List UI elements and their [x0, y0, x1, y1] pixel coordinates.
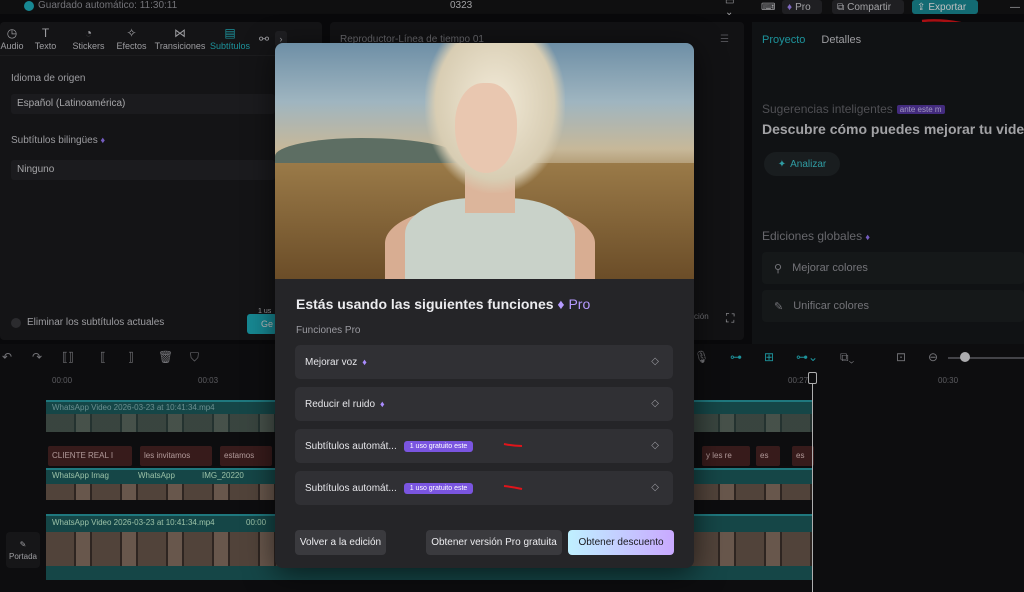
dialog-title-text: Estás usando las siguientes funciones — [296, 296, 554, 312]
toggle-diamond-icon[interactable]: ◇ — [651, 356, 659, 367]
feature-row[interactable]: Subtítulos automát... 1 uso gratuito est… — [295, 429, 673, 463]
feature-row[interactable]: Mejorar voz ♦ ◇ — [295, 345, 673, 379]
feature-row[interactable]: Subtítulos automát... 1 uso gratuito est… — [295, 471, 673, 505]
feature-label: Subtítulos automát... — [305, 440, 397, 452]
red-annotation-mark — [503, 485, 523, 490]
get-discount-button[interactable]: Obtener descuento — [568, 530, 674, 555]
face-shape — [455, 83, 517, 173]
feature-label: Subtítulos automát... — [305, 482, 397, 494]
feature-label: Reducir el ruido — [305, 398, 376, 410]
toggle-diamond-icon[interactable]: ◇ — [651, 482, 659, 493]
back-to-edit-button[interactable]: Volver a la edición — [295, 530, 386, 555]
dialog-body: Estás usando las siguientes funciones ♦ … — [275, 279, 694, 568]
dialog-title: Estás usando las siguientes funciones ♦ … — [296, 296, 590, 312]
diamond-icon: ♦ — [362, 357, 367, 367]
free-use-badge: 1 uso gratuito este — [403, 482, 474, 494]
dialog-title-pro: Pro — [568, 296, 591, 312]
toggle-diamond-icon[interactable]: ◇ — [651, 440, 659, 451]
get-free-pro-button[interactable]: Obtener versión Pro gratuita — [426, 530, 562, 555]
diamond-icon: ♦ — [380, 399, 385, 409]
pro-features-dialog: Estás usando las siguientes funciones ♦ … — [275, 43, 694, 568]
feature-row[interactable]: Reducir el ruido ♦ ◇ — [295, 387, 673, 421]
toggle-diamond-icon[interactable]: ◇ — [651, 398, 659, 409]
red-annotation-mark — [503, 443, 523, 447]
diamond-icon: ♦ — [557, 296, 565, 312]
feature-label: Mejorar voz — [305, 356, 358, 368]
free-use-badge: 1 uso gratuito este — [403, 440, 474, 452]
section-label: Funciones Pro — [296, 325, 361, 336]
hero-image — [275, 43, 694, 279]
